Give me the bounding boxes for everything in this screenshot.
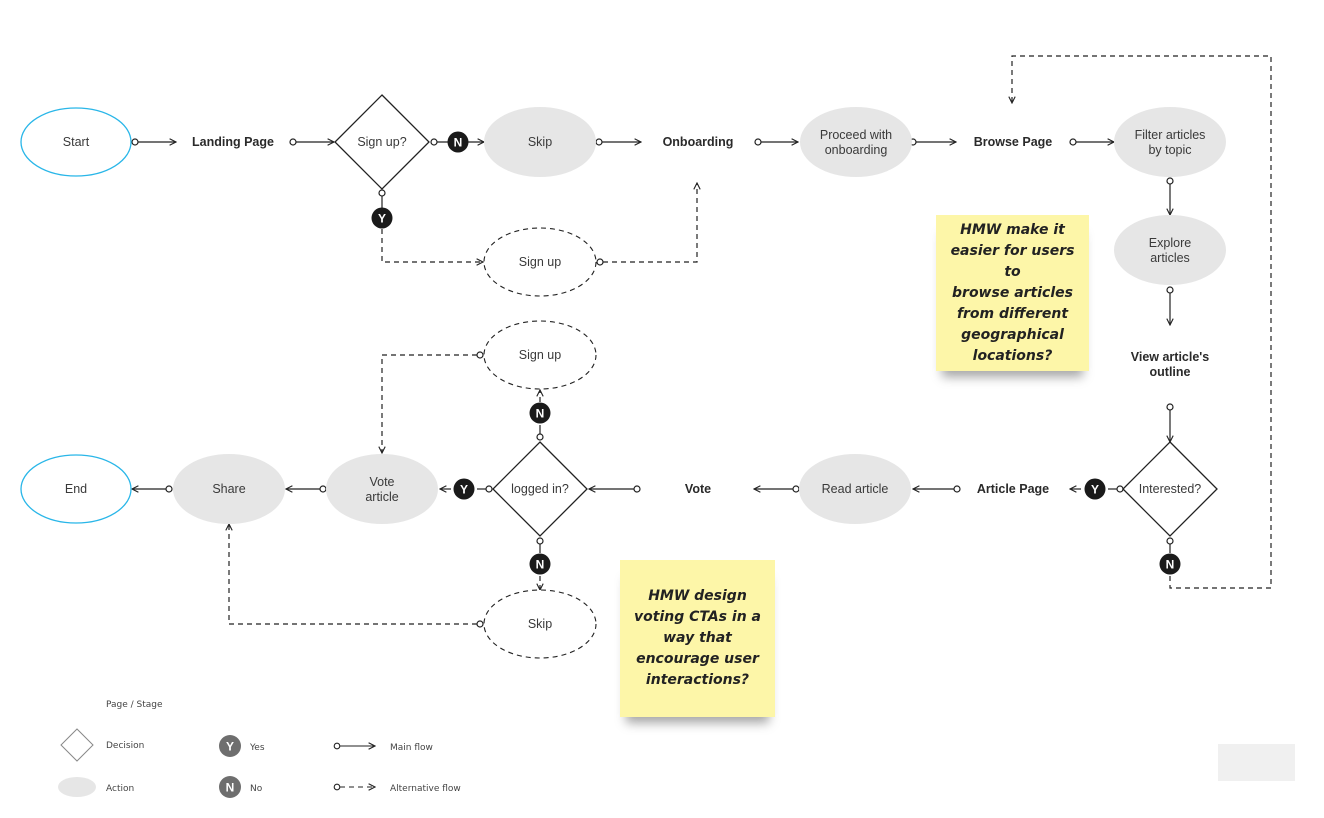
view-outline-node-line2[interactable]: outline xyxy=(1150,365,1191,379)
vote-article-label-1: Vote xyxy=(369,475,394,489)
legend-main-flow-origin xyxy=(333,742,341,750)
share-label: Share xyxy=(212,482,245,496)
yes-badge: Y xyxy=(453,478,475,500)
connector-origin xyxy=(378,189,386,197)
interested-decision-label: Interested? xyxy=(1139,482,1202,496)
sign-up-decision-label: Sign up? xyxy=(357,135,406,149)
connector-origin xyxy=(476,620,484,628)
vote-article-action[interactable] xyxy=(326,454,438,524)
landing-page-node[interactable]: Landing Page xyxy=(192,135,274,149)
sign-up-top-label: Sign up xyxy=(519,255,561,269)
minimap-placeholder xyxy=(1218,744,1295,781)
start-label: Start xyxy=(63,135,90,149)
connector-origin xyxy=(1166,286,1174,294)
no-badge-label: N xyxy=(536,407,545,421)
explore-articles-label-2: articles xyxy=(1150,251,1190,265)
vote-page-node[interactable]: Vote xyxy=(685,482,711,496)
no-badge: N xyxy=(529,553,551,575)
no-badge: N xyxy=(1159,553,1181,575)
connector-origin xyxy=(319,485,327,493)
connector-origin xyxy=(165,485,173,493)
legend-no: No xyxy=(250,784,263,794)
logged-in-decision-label: logged in? xyxy=(511,482,569,496)
yes-badge-label: Y xyxy=(460,483,468,497)
sticky-note-browse[interactable]: HMW make it easier for users to browse a… xyxy=(936,215,1089,371)
alt-connector xyxy=(229,524,477,625)
connector-origin xyxy=(536,433,544,441)
sticky-line: geographical xyxy=(961,326,1064,343)
connector-origin xyxy=(1166,537,1174,545)
sticky-line: interactions? xyxy=(645,672,750,688)
no-badge-label: N xyxy=(454,136,463,150)
connector-origin xyxy=(596,258,604,266)
legend-yes: Yes xyxy=(249,743,265,753)
connector-origin xyxy=(485,485,493,493)
connector-origin xyxy=(476,351,484,359)
no-badge-label: N xyxy=(1166,558,1175,572)
sticky-line: encourage user xyxy=(636,651,759,667)
yes-badge-label: Y xyxy=(1091,483,1099,497)
end-label: End xyxy=(65,482,87,496)
proceed-onboarding-label-2: onboarding xyxy=(825,143,888,157)
legend-yes-badge: Y xyxy=(226,740,234,754)
vote-article-label-2: article xyxy=(365,490,398,504)
connector-origin xyxy=(595,138,603,146)
yes-badge: Y xyxy=(371,207,393,229)
legend-main-flow: Main flow xyxy=(390,743,433,753)
connector-origin xyxy=(131,138,139,146)
filter-articles-label-2: by topic xyxy=(1148,143,1191,157)
browse-page-node[interactable]: Browse Page xyxy=(974,135,1053,149)
proceed-onboarding-label-1: Proceed with xyxy=(820,128,892,142)
view-outline-node-line1[interactable]: View article's xyxy=(1131,350,1210,364)
onboarding-node[interactable]: Onboarding xyxy=(663,135,734,149)
no-badge: N xyxy=(447,131,469,153)
sticky-note-voting[interactable]: HMW design voting CTAs in a way that enc… xyxy=(620,560,775,717)
sticky-line: from different xyxy=(956,305,1069,322)
alt-connector xyxy=(382,354,477,453)
no-badge: N xyxy=(529,402,551,424)
yes-badge: Y xyxy=(1084,478,1106,500)
legend-decision: Decision xyxy=(106,741,144,751)
sticky-line: browse articles xyxy=(952,284,1073,301)
legend-no-badge: N xyxy=(226,781,235,795)
legend-action: Action xyxy=(106,784,134,794)
legend-alt-flow: Alternative flow xyxy=(390,784,461,794)
connector-origin xyxy=(1166,403,1174,411)
alt-connector xyxy=(381,229,483,262)
sticky-line: HMW design xyxy=(648,588,747,604)
connector-origin xyxy=(289,138,297,146)
sticky-line: way that xyxy=(663,630,732,646)
explore-articles-label-1: Explore xyxy=(1149,236,1191,250)
read-article-label: Read article xyxy=(822,482,889,496)
filter-articles-action[interactable] xyxy=(1114,107,1226,177)
connector-origin xyxy=(953,485,961,493)
legend-alt-flow-origin xyxy=(333,783,341,791)
connector-origin xyxy=(430,138,438,146)
connector-origin xyxy=(754,138,762,146)
no-badge-label: N xyxy=(536,558,545,572)
proceed-onboarding-action[interactable] xyxy=(800,107,912,177)
sticky-line: HMW make it xyxy=(960,221,1065,238)
legend: Page / Stage Decision Action Y Yes N No … xyxy=(58,700,461,798)
sticky-line: voting CTAs in a xyxy=(634,609,761,625)
filter-articles-label-1: Filter articles xyxy=(1135,128,1206,142)
sticky-line: locations? xyxy=(972,347,1053,364)
legend-decision-icon xyxy=(60,728,94,762)
connector-origin xyxy=(536,537,544,545)
skip-top-label: Skip xyxy=(528,135,552,149)
sticky-line: easier for users to xyxy=(950,242,1075,280)
skip-bottom-label: Skip xyxy=(528,617,552,631)
legend-page-stage: Page / Stage xyxy=(106,700,163,710)
sign-up-bottom-label: Sign up xyxy=(519,348,561,362)
connector-origin xyxy=(1166,177,1174,185)
connector-origin xyxy=(633,485,641,493)
connector-origin xyxy=(792,485,800,493)
legend-action-icon xyxy=(58,777,96,797)
article-page-node[interactable]: Article Page xyxy=(977,482,1049,496)
yes-badge-label: Y xyxy=(378,212,386,226)
connector-origin xyxy=(1069,138,1077,146)
alt-connector xyxy=(603,183,697,263)
explore-articles-action[interactable] xyxy=(1114,215,1226,285)
